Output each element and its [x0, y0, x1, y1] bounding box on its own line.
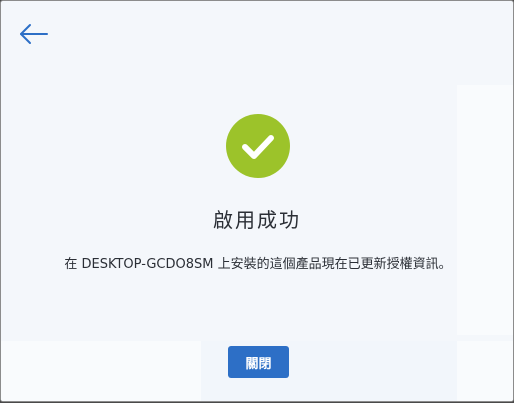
activation-dialog: 啟用成功 在 DESKTOP-GCDO8SM 上安裝的這個產品現在已更新授權資訊…	[0, 0, 514, 402]
arrow-left-icon	[20, 24, 48, 44]
page-title: 啟用成功	[213, 208, 301, 232]
success-badge	[225, 113, 291, 179]
close-button[interactable]: 關閉	[228, 346, 289, 378]
checkmark-icon	[226, 114, 290, 178]
status-message: 在 DESKTOP-GCDO8SM 上安裝的這個產品現在已更新授權資訊。	[64, 257, 452, 272]
back-button[interactable]	[15, 19, 51, 49]
